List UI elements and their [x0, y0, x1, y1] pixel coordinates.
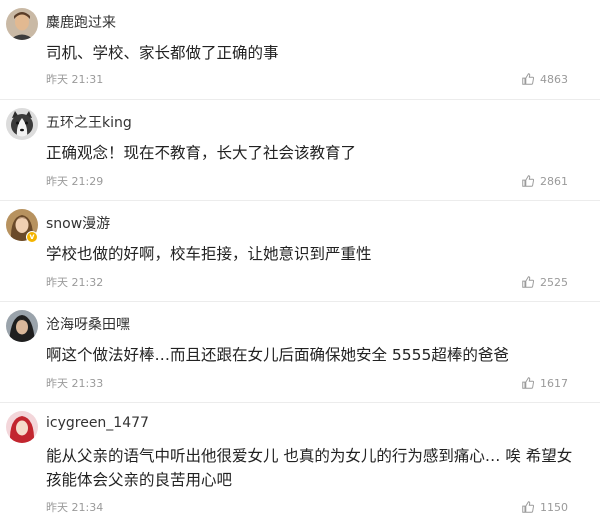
verified-badge-icon: v: [26, 231, 38, 243]
comment-item: 五环之王king 正确观念！现在不教育，长大了社会该教育了 昨天 21:29 2…: [0, 100, 600, 201]
like-button[interactable]: 2861: [521, 174, 568, 188]
thumbs-up-icon: [522, 501, 535, 513]
thumbs-up-icon: [522, 175, 535, 187]
comment-timestamp: 昨天 21:34: [46, 501, 104, 514]
username[interactable]: 五环之王king: [46, 112, 132, 132]
like-button[interactable]: 1617: [521, 376, 568, 390]
user-avatar[interactable]: [6, 310, 38, 342]
comment-timestamp: 昨天 21:33: [46, 377, 104, 390]
thumbs-up-icon: [522, 377, 535, 389]
like-button[interactable]: 2525: [521, 275, 568, 289]
comment-text: 司机、学校、家长都做了正确的事: [46, 44, 279, 62]
red-hair-avatar-icon: [6, 411, 38, 443]
username[interactable]: snow漫游: [46, 213, 110, 233]
like-count: 2525: [540, 275, 568, 289]
thumbs-up-icon: [522, 73, 535, 85]
user-avatar[interactable]: [6, 8, 38, 40]
comment-text: 能从父亲的语气中听出他很爱女儿 也真的为女儿的行为感到痛心… 唉 希望女孩能体会…: [46, 447, 573, 489]
comment-timestamp: 昨天 21:29: [46, 175, 104, 188]
like-count: 4863: [540, 72, 568, 86]
comment-list: 麋鹿跑过来 司机、学校、家长都做了正确的事 昨天 21:31 4863 五环之王…: [0, 0, 600, 520]
username[interactable]: 沧海呀桑田嘿: [46, 314, 130, 334]
comment-text: 正确观念！现在不教育，长大了社会该教育了: [46, 144, 357, 162]
comment-text: 学校也做的好啊，校车拒接，让她意识到严重性: [46, 245, 372, 263]
username[interactable]: icygreen_1477: [46, 415, 149, 431]
like-count: 2861: [540, 174, 568, 188]
comment-item: 麋鹿跑过来 司机、学校、家长都做了正确的事 昨天 21:31 4863: [0, 0, 600, 100]
like-button[interactable]: 1150: [521, 500, 568, 514]
comment-item: icygreen_1477 能从父亲的语气中听出他很爱女儿 也真的为女儿的行为感…: [0, 403, 600, 520]
comment-timestamp: 昨天 21:32: [46, 276, 104, 289]
thumbs-up-icon: [522, 276, 535, 288]
username[interactable]: 麋鹿跑过来: [46, 12, 116, 32]
comment-item: 沧海呀桑田嘿 啊这个做法好棒…而且还跟在女儿后面确保她安全 5555超棒的爸爸 …: [0, 302, 600, 403]
user-avatar[interactable]: [6, 108, 38, 140]
comment-item: v snow漫游 学校也做的好啊，校车拒接，让她意识到严重性 昨天 21:32 …: [0, 201, 600, 302]
comment-text: 啊这个做法好棒…而且还跟在女儿后面确保她安全 5555超棒的爸爸: [46, 346, 509, 364]
like-count: 1150: [540, 500, 568, 514]
comment-timestamp: 昨天 21:31: [46, 73, 104, 86]
like-count: 1617: [540, 376, 568, 390]
user-avatar[interactable]: [6, 411, 38, 443]
husky-dog-avatar-icon: [6, 108, 38, 140]
man-portrait-avatar-icon: [6, 8, 38, 40]
like-button[interactable]: 4863: [521, 72, 568, 86]
dark-portrait-avatar-icon: [6, 310, 38, 342]
